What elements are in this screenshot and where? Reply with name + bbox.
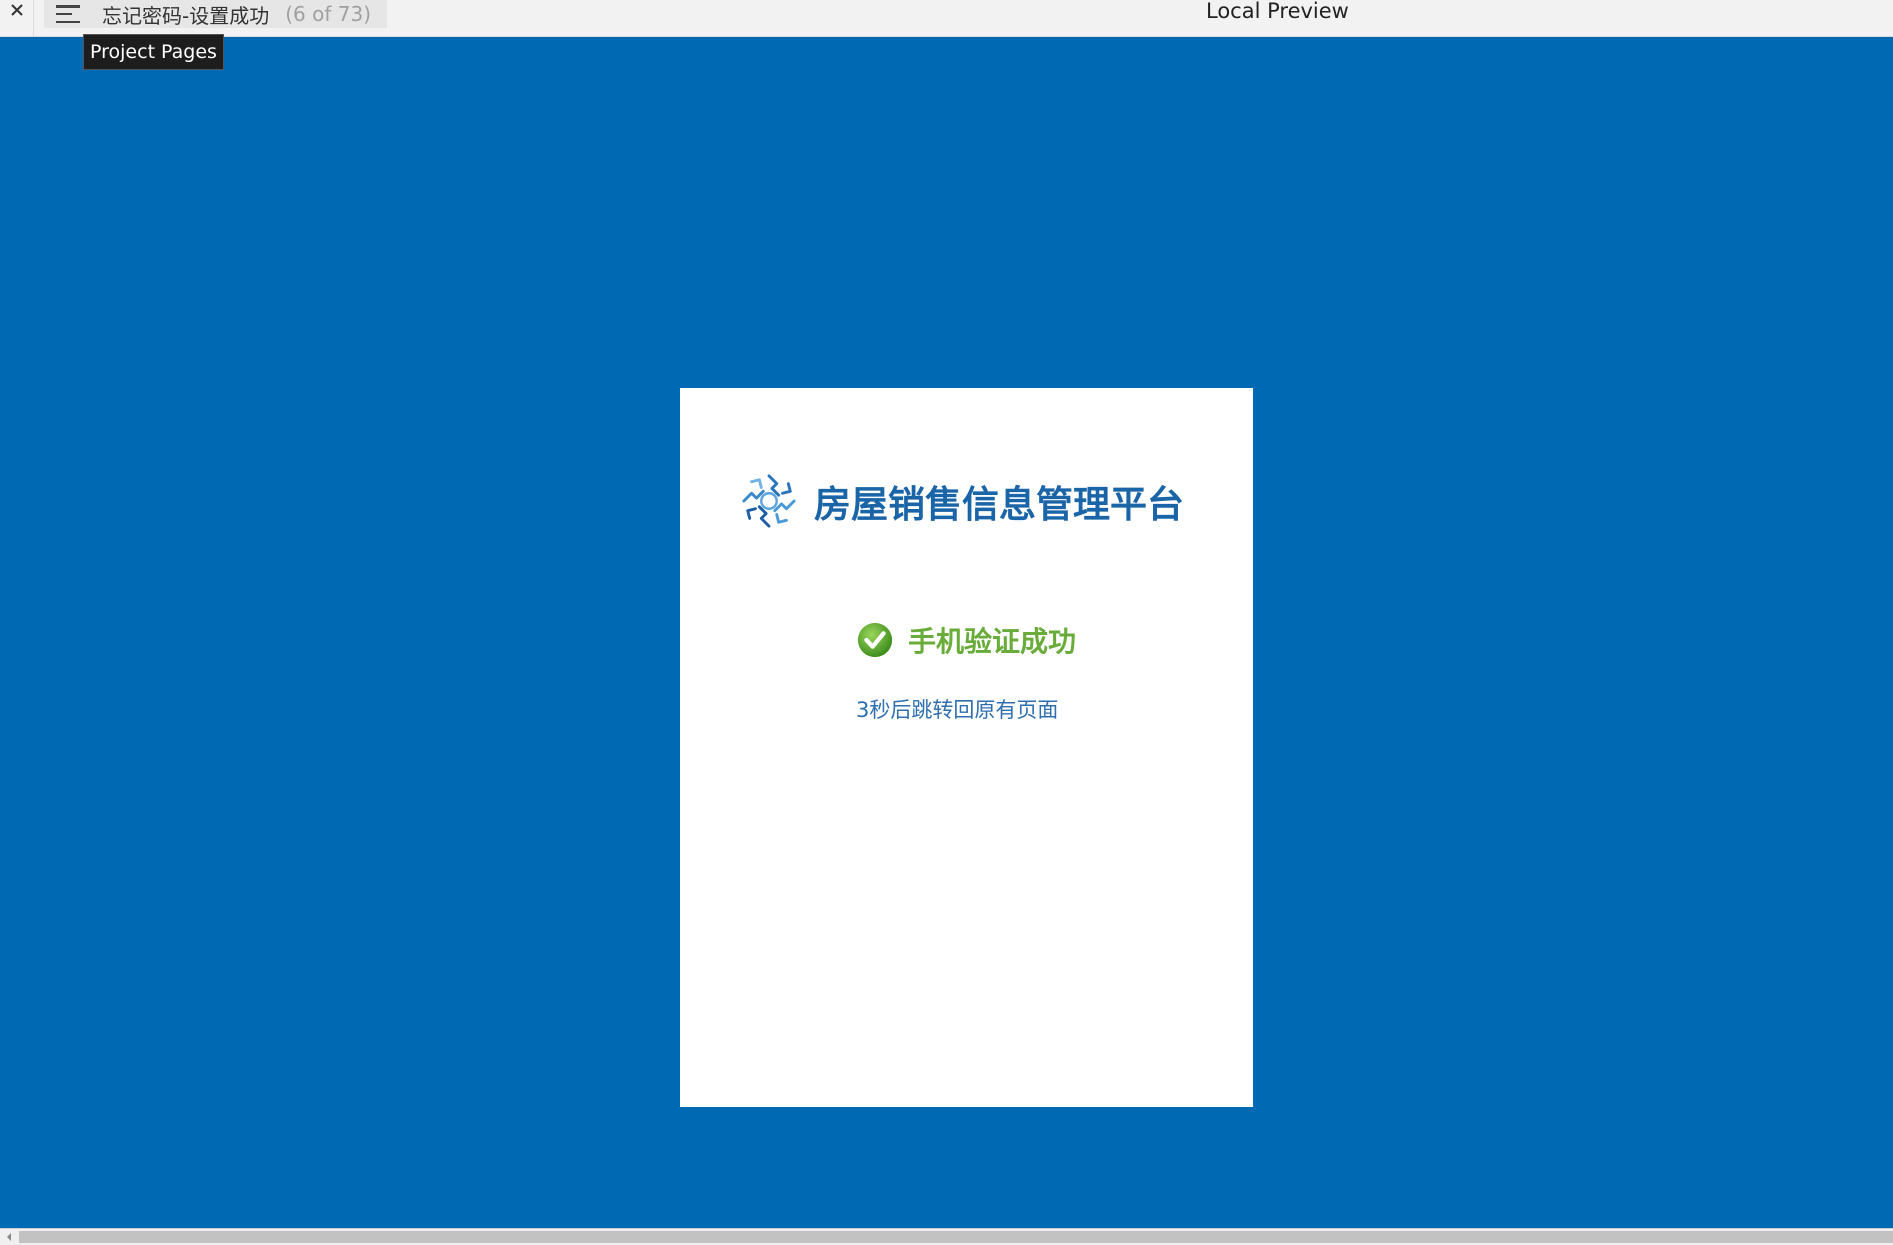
success-message: 手机验证成功 xyxy=(908,625,1077,658)
page-count: (6 of 73) xyxy=(285,2,371,26)
scroll-left-button[interactable] xyxy=(0,1229,17,1245)
brand: 房屋销售信息管理平台 xyxy=(740,472,1184,530)
redirect-notice: 3秒后跳转回原有页面 xyxy=(856,698,1059,722)
top-bar: 忘记密码-设置成功 (6 of 73) Local Preview xyxy=(0,0,1893,37)
hamburger-menu-icon[interactable] xyxy=(56,3,80,25)
page-title: 忘记密码-设置成功 xyxy=(102,3,270,28)
project-pages-tooltip: Project Pages xyxy=(83,34,224,70)
scrollbar-thumb[interactable] xyxy=(19,1231,1893,1243)
check-circle-icon xyxy=(857,622,893,658)
horizontal-scrollbar[interactable] xyxy=(0,1228,1893,1245)
close-button[interactable] xyxy=(0,0,34,36)
brand-logo-icon xyxy=(742,474,796,528)
brand-title: 房屋销售信息管理平台 xyxy=(814,483,1184,526)
arrow-left-icon xyxy=(6,1233,11,1241)
page-selector[interactable]: 忘记密码-设置成功 (6 of 73) xyxy=(44,0,387,28)
success-status: 手机验证成功 xyxy=(856,620,1076,660)
preview-title: Local Preview xyxy=(1206,0,1349,23)
close-icon xyxy=(10,4,23,16)
verification-card: 房屋销售信息管理平台 手机验证成功 3秒后跳转回原有页面 xyxy=(680,388,1253,1107)
